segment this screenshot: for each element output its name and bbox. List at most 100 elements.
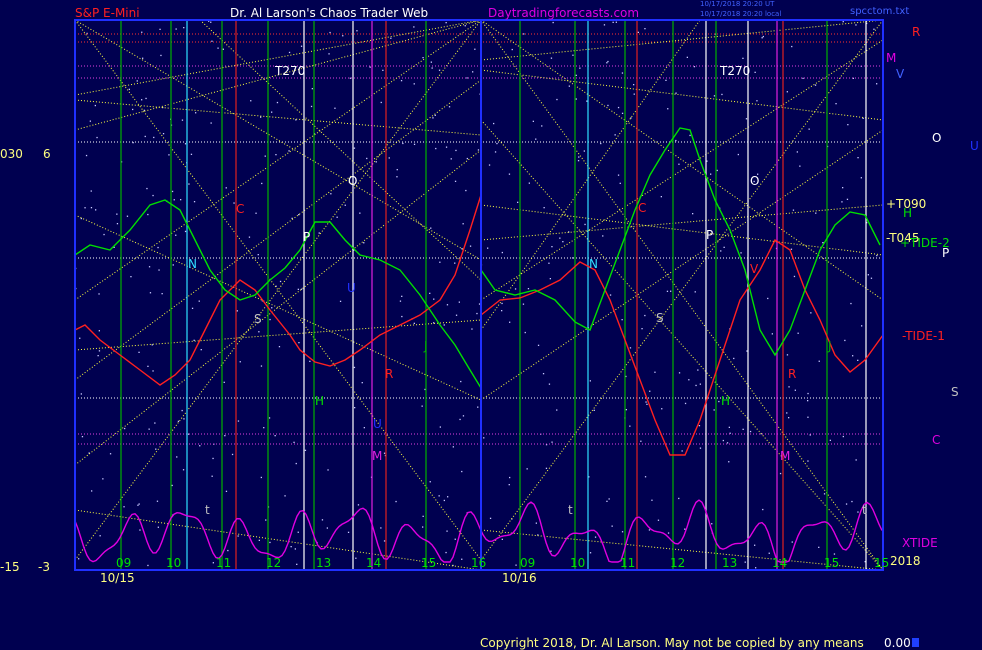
star-dot [583,150,585,152]
axis-top-b: 6 [43,147,51,161]
star-dot [298,214,300,216]
star-dot [175,28,177,30]
star-dot [78,558,80,560]
star-dot [847,124,849,126]
star-dot [462,415,465,417]
star-dot [593,409,595,411]
star-dot [356,30,358,32]
star-dot [222,48,224,50]
star-dot [846,198,849,200]
star-dot [446,530,448,532]
star-dot [148,428,150,430]
star-dot [188,183,190,185]
star-dot [762,508,764,511]
star-dot [721,93,723,96]
star-dot [793,275,796,278]
star-dot [99,535,101,537]
star-dot [443,324,445,326]
star-dot [144,135,146,138]
star-dot [422,57,424,59]
star-dot [455,149,457,152]
star-dot [145,97,147,100]
hour-tick-label: 09 [520,556,535,570]
star-dot [433,298,435,300]
star-dot [157,246,159,249]
star-dot [142,57,144,59]
hour-tick-label: 13 [316,556,331,570]
star-dot [250,100,252,102]
star-dot [810,312,812,314]
star-dot [97,355,99,357]
star-dot [160,54,162,57]
star-dot [633,84,635,86]
star-dot [94,104,96,107]
star-dot [641,328,643,330]
star-dot [537,344,540,346]
star-dot [388,157,390,159]
star-dot [535,138,537,140]
star-dot [621,72,624,74]
star-dot [575,74,577,76]
star-dot [796,151,798,153]
star-dot [460,380,462,383]
star-dot [807,416,809,418]
footer-value: 0.00 [884,636,911,650]
star-dot [354,407,356,409]
star-dot [548,383,551,385]
star-dot [401,315,403,318]
star-dot [855,459,857,461]
star-dot [429,481,431,483]
star-dot [684,402,687,405]
star-dot [791,45,793,48]
star-dot [361,382,363,384]
star-dot [609,294,612,296]
star-dot [98,293,100,295]
star-dot [522,303,525,305]
star-dot [584,223,586,226]
star-dot [496,142,498,145]
star-dot [132,108,134,111]
instrument-label: S&P E-Mini [75,6,140,20]
star-dot [675,92,677,94]
star-dot [501,310,503,312]
star-dot [255,212,257,214]
star-dot [399,300,402,302]
star-dot [329,31,331,34]
site-link[interactable]: Daytradingforecasts.com [488,6,639,20]
star-dot [422,526,424,528]
star-dot [184,143,187,145]
hour-tick-label: 11 [216,556,231,570]
star-dot [171,190,174,193]
star-dot [156,500,159,502]
star-dot [290,546,292,548]
star-dot [225,490,228,492]
star-dot [665,79,667,81]
star-dot [296,563,298,565]
star-dot [720,250,722,252]
star-dot [876,83,878,85]
star-dot [155,448,157,450]
star-dot [446,304,449,306]
star-dot [248,236,251,238]
star-dot [260,476,262,479]
star-dot [802,77,804,79]
star-dot [152,370,154,372]
star-dot [396,169,398,171]
in-chart-label-T270: T270 [274,64,305,78]
star-dot [123,506,125,508]
star-dot [258,539,260,541]
star-dot [413,322,415,324]
star-dot [466,77,468,79]
star-dot [439,426,441,428]
star-dot [614,134,616,136]
star-dot [527,288,530,290]
star-dot [454,180,457,182]
star-dot [562,241,564,243]
star-dot [300,45,303,47]
star-dot [401,295,403,297]
star-dot [443,499,445,502]
star-dot [552,21,554,24]
star-dot [829,439,831,441]
hour-tick-label: 11 [620,556,635,570]
star-dot [654,371,656,373]
